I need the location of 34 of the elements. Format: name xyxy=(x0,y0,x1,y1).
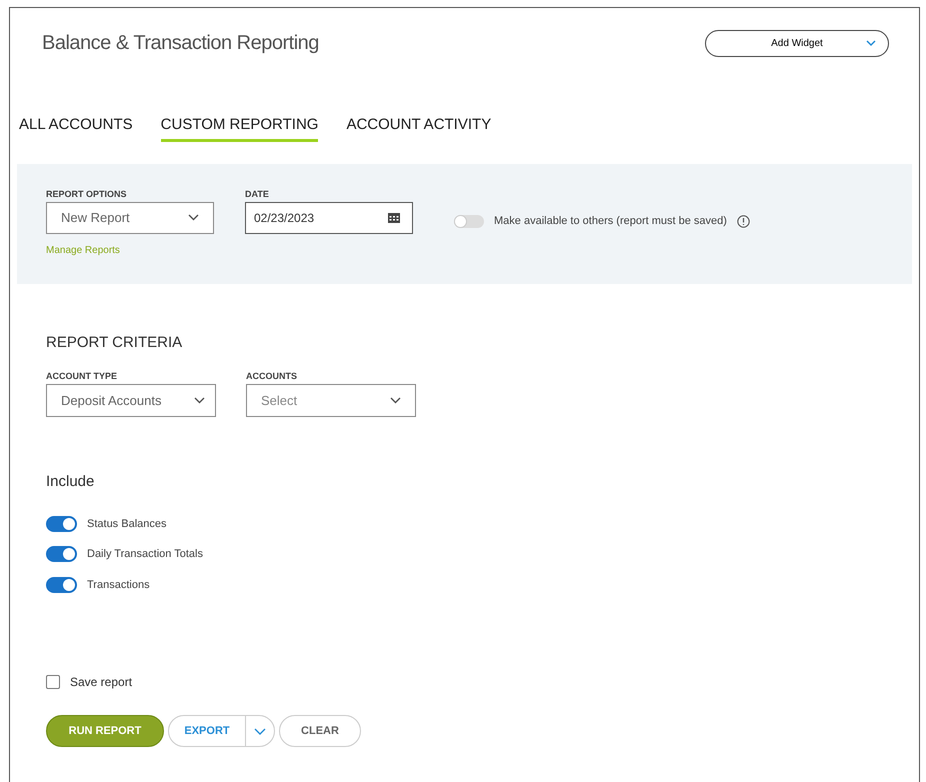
save-report-checkbox[interactable] xyxy=(46,675,60,689)
share-label: Make available to others (report must be saved) xyxy=(494,214,727,230)
section-heading: REPORT CRITERIA xyxy=(46,332,184,352)
include-toggle[interactable] xyxy=(46,516,77,532)
add-widget-dropdown[interactable]: Add Widget xyxy=(705,30,889,56)
section-heading: Include xyxy=(46,472,96,492)
date-field[interactable]: 02/23/2023 xyxy=(245,202,413,234)
calendar-icon[interactable] xyxy=(388,212,400,222)
account-type-select[interactable]: Deposit Accounts xyxy=(46,384,216,417)
tab[interactable]: CUSTOM REPORTING xyxy=(160,114,318,142)
toggle-label: Transactions xyxy=(87,578,150,592)
toggle-label: Daily Transaction Totals xyxy=(87,547,203,562)
include-toggle[interactable] xyxy=(46,546,77,562)
clear-button[interactable]: CLEAR xyxy=(279,715,361,747)
include-toggle[interactable] xyxy=(46,576,77,593)
info-icon[interactable] xyxy=(736,215,750,228)
tab[interactable]: ALL ACCOUNTS xyxy=(19,114,133,142)
field-label: REPORT OPTIONS xyxy=(46,188,128,200)
tab[interactable]: ACCOUNT ACTIVITY xyxy=(346,114,492,142)
chevron-down-icon xyxy=(194,397,205,404)
export-split-button[interactable]: EXPORT xyxy=(168,715,275,747)
toggle-label: Status Balances xyxy=(87,516,166,532)
accounts-select[interactable]: Select xyxy=(246,384,416,417)
chevron-down-icon[interactable] xyxy=(254,728,266,734)
field-label: ACCOUNTS xyxy=(246,370,298,383)
report-options-select[interactable]: New Report xyxy=(46,202,214,234)
chevron-down-icon xyxy=(390,397,401,404)
chevron-down-icon xyxy=(866,40,876,46)
page-title: Balance & Transaction Reporting xyxy=(42,31,319,56)
checkbox-label: Save report xyxy=(70,674,132,691)
field-label: DATE xyxy=(245,188,270,200)
share-toggle[interactable] xyxy=(454,215,484,228)
field-label: ACCOUNT TYPE xyxy=(46,370,118,383)
chevron-down-icon xyxy=(188,214,199,221)
